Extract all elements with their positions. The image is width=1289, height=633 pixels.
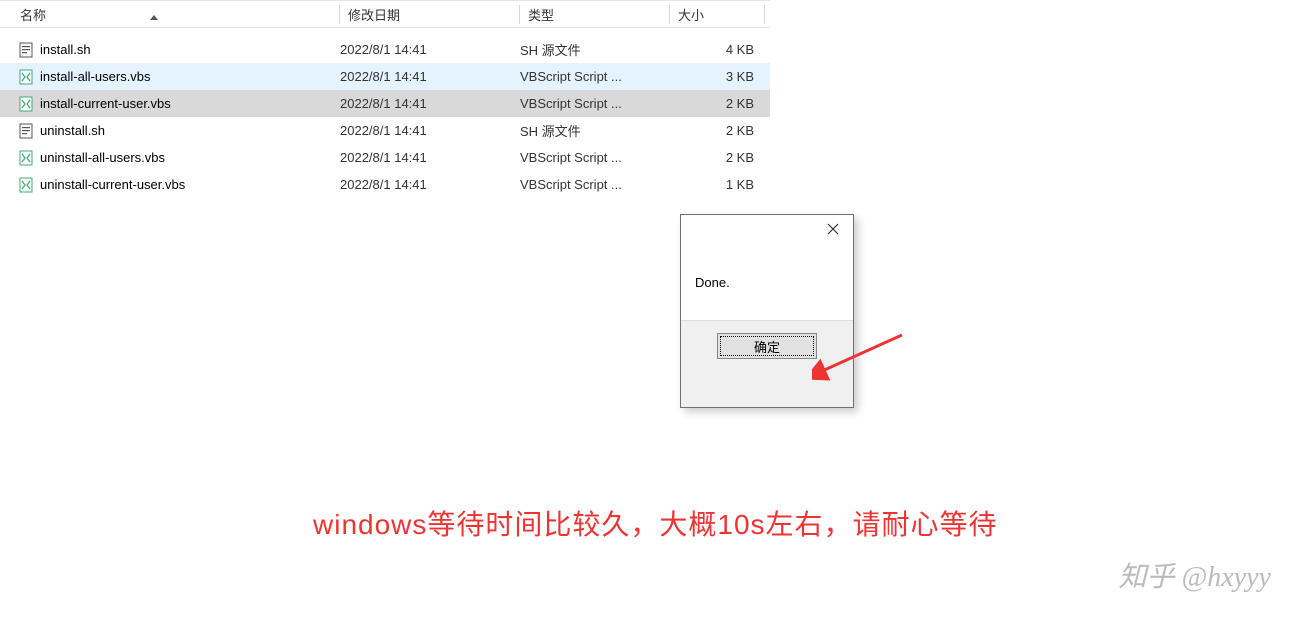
file-date: 2022/8/1 14:41 (340, 42, 520, 57)
file-row[interactable]: install-current-user.vbs 2022/8/1 14:41VB… (0, 90, 770, 117)
file-type: VBScript Script ... (520, 177, 670, 192)
column-header-name-label: 名称 (20, 8, 46, 23)
sh-file-icon (18, 123, 34, 139)
file-size: 1 KB (670, 177, 760, 192)
file-name: uninstall-all-users.vbs (40, 150, 165, 165)
dialog-message: Done. (681, 253, 853, 320)
file-date: 2022/8/1 14:41 (340, 96, 520, 111)
file-type: SH 源文件 (520, 40, 670, 59)
file-type: VBScript Script ... (520, 150, 670, 165)
column-header-name[interactable]: 名称 (0, 1, 340, 28)
file-type: VBScript Script ... (520, 96, 670, 111)
close-icon (827, 222, 839, 239)
file-type: SH 源文件 (520, 121, 670, 140)
ok-button[interactable]: 确定 (717, 333, 817, 359)
message-dialog: Done. 确定 (680, 214, 854, 408)
file-date: 2022/8/1 14:41 (340, 150, 520, 165)
file-name: uninstall-current-user.vbs (40, 177, 185, 192)
file-row[interactable]: install.sh 2022/8/1 14:41SH 源文件4 KB (0, 36, 770, 63)
file-name: install.sh (40, 42, 91, 57)
file-row[interactable]: uninstall-current-user.vbs 2022/8/1 14:41… (0, 171, 770, 198)
vbs-file-icon (18, 177, 34, 193)
file-name: install-current-user.vbs (40, 96, 171, 111)
file-size: 4 KB (670, 42, 760, 57)
column-header-type[interactable]: 类型 (520, 1, 670, 28)
column-header-date[interactable]: 修改日期 (340, 1, 520, 28)
sh-file-icon (18, 42, 34, 58)
dialog-titlebar (681, 215, 853, 253)
sort-ascending-icon (150, 15, 158, 20)
file-size: 2 KB (670, 150, 760, 165)
column-headers: 名称 修改日期 类型 大小 (0, 0, 770, 28)
file-size: 2 KB (670, 123, 760, 138)
annotation-caption: windows等待时间比较久，大概10s左右，请耐心等待 (313, 503, 998, 543)
file-size: 2 KB (670, 96, 760, 111)
file-date: 2022/8/1 14:41 (340, 123, 520, 138)
file-row[interactable]: uninstall.sh 2022/8/1 14:41SH 源文件2 KB (0, 117, 770, 144)
vbs-file-icon (18, 96, 34, 112)
file-name: uninstall.sh (40, 123, 105, 138)
file-type: VBScript Script ... (520, 69, 670, 84)
file-row[interactable]: install-all-users.vbs 2022/8/1 14:41VBScr… (0, 63, 770, 90)
dialog-footer: 确定 (681, 320, 853, 371)
file-rows: install.sh2022/8/1 14:41SH 源文件4 KBinstal… (0, 36, 770, 198)
file-date: 2022/8/1 14:41 (340, 177, 520, 192)
file-date: 2022/8/1 14:41 (340, 69, 520, 84)
file-name: install-all-users.vbs (40, 69, 151, 84)
dialog-close-button[interactable] (813, 215, 853, 245)
vbs-file-icon (18, 69, 34, 85)
column-header-size[interactable]: 大小 (670, 1, 765, 28)
watermark: 知乎 @hxyyy (1119, 555, 1271, 595)
file-list-panel: 名称 修改日期 类型 大小 install.sh2022/8/1 14:41SH… (0, 0, 770, 198)
vbs-file-icon (18, 150, 34, 166)
file-row[interactable]: uninstall-all-users.vbs 2022/8/1 14:41VBS… (0, 144, 770, 171)
file-size: 3 KB (670, 69, 760, 84)
